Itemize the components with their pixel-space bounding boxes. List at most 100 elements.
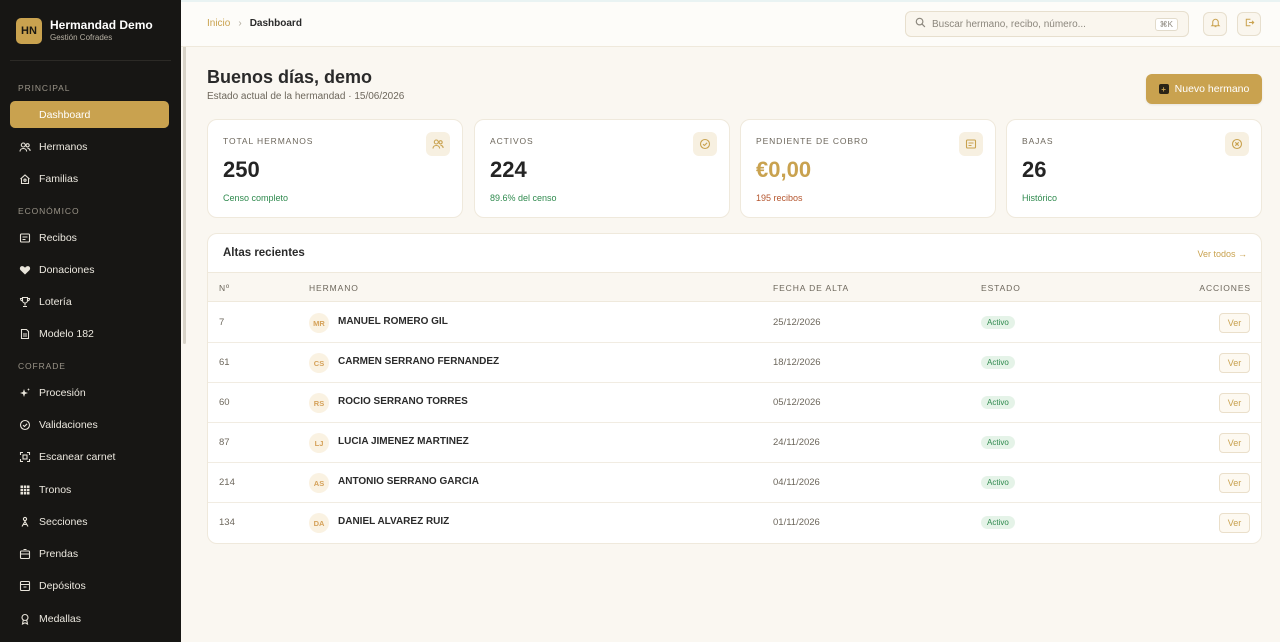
heart-icon: [18, 263, 32, 277]
join-date: 25/12/2026: [773, 317, 821, 328]
sparkle-icon: [18, 386, 32, 400]
sidebar-item-medallas[interactable]: Medallas: [10, 605, 169, 632]
sidebar-item-label: Secciones: [39, 515, 88, 528]
view-button[interactable]: Ver: [1219, 353, 1250, 373]
member-name: DANIEL ALVAREZ RUIZ: [338, 516, 450, 527]
view-button[interactable]: Ver: [1219, 513, 1250, 533]
member-name: LUCIA JIMENEZ MARTINEZ: [338, 436, 469, 447]
sidebar-scrollbar[interactable]: [183, 4, 186, 344]
brand-subtitle: Gestión Cofrades: [50, 33, 113, 42]
sidebar-item-label: Escanear carnet: [39, 450, 116, 463]
sidebar-item-label: Validaciones: [39, 418, 98, 431]
view-button[interactable]: Ver: [1219, 313, 1250, 333]
notifications-button[interactable]: [1203, 12, 1227, 36]
avatar: RS: [309, 393, 329, 413]
search-box[interactable]: ⌘K: [905, 11, 1189, 37]
stat-label: PENDIENTE DE COBRO: [756, 136, 869, 146]
sidebar-item-secciones[interactable]: Secciones: [10, 508, 169, 535]
top-header: Inicio › Dashboard ⌘K: [181, 0, 1280, 47]
x-circle-icon: [1225, 132, 1249, 156]
member-name: ROCIO SERRANO TORRES: [338, 396, 468, 407]
table-row: 134 DA DANIEL ALVAREZ RUIZ 01/11/2026 Ac…: [208, 503, 1261, 543]
member-name: MANUEL ROMERO GIL: [338, 316, 448, 327]
table-row: 61 CS CARMEN SERRANO FERNANDEZ 18/12/202…: [208, 343, 1261, 383]
status-badge: Activo: [981, 396, 1015, 409]
column-header-estado: ESTADO: [981, 283, 1021, 293]
stat-value: 250: [223, 157, 260, 182]
bell-icon: [1210, 15, 1221, 33]
scan-icon: [18, 450, 32, 464]
stat-note: Histórico: [1022, 193, 1058, 203]
section-label-economico: ECONÓMICO: [18, 206, 80, 216]
table-row: 214 AS ANTONIO SERRANO GARCIA 04/11/2026…: [208, 463, 1261, 503]
sidebar-item-recibos[interactable]: Recibos: [10, 224, 169, 251]
view-button[interactable]: Ver: [1219, 393, 1250, 413]
trophy-icon: [18, 295, 32, 309]
sidebar-item-hermanos[interactable]: Hermanos: [10, 133, 169, 160]
section-label-principal: PRINCIPAL: [18, 83, 71, 93]
brand-logo: HN: [16, 18, 42, 44]
logout-button[interactable]: [1237, 12, 1261, 36]
sidebar-item-modelo-182[interactable]: Modelo 182: [10, 320, 169, 347]
users-icon: [18, 140, 32, 154]
stat-note: 195 recibos: [756, 193, 803, 203]
sidebar-item-tronos[interactable]: Tronos: [10, 476, 169, 503]
stat-note: 89.6% del censo: [490, 193, 557, 203]
stat-label: ACTIVOS: [490, 136, 534, 146]
row-number: 214: [219, 477, 235, 488]
table-row: 7 MR MANUEL ROMERO GIL 25/12/2026 Activo…: [208, 303, 1261, 343]
sidebar-item-label: Donaciones: [39, 263, 95, 276]
page-subtitle: Estado actual de la hermandad · 15/06/20…: [207, 91, 405, 102]
sidebar-item-label: Medallas: [39, 612, 82, 625]
plus-icon: +: [1158, 84, 1169, 94]
join-date: 18/12/2026: [773, 357, 821, 368]
stat-label: BAJAS: [1022, 136, 1054, 146]
grid-icon: [18, 483, 32, 497]
sidebar-item-dashboard[interactable]: Dashboard: [10, 101, 169, 128]
sidebar-item-familias[interactable]: Familias: [10, 165, 169, 192]
column-header-hermano: HERMANO: [309, 283, 359, 293]
family-home-icon: [18, 172, 32, 186]
status-badge: Activo: [981, 316, 1015, 329]
sidebar-item-validaciones[interactable]: Validaciones: [10, 411, 169, 438]
breadcrumb-home-link[interactable]: Inicio: [207, 18, 230, 29]
table-row: 87 LJ LUCIA JIMENEZ MARTINEZ 24/11/2026 …: [208, 423, 1261, 463]
row-number: 87: [219, 437, 230, 448]
archive-icon: [18, 579, 32, 593]
join-date: 04/11/2026: [773, 477, 820, 488]
sidebar-item-prendas[interactable]: Prendas: [10, 540, 169, 567]
sidebar-item-label: Depósitos: [39, 579, 86, 592]
new-member-button[interactable]: + Nuevo hermano: [1146, 74, 1262, 104]
join-date: 01/11/2026: [773, 517, 820, 528]
avatar: LJ: [309, 433, 329, 453]
view-button[interactable]: Ver: [1219, 433, 1250, 453]
sidebar-item-label: Recibos: [39, 231, 77, 244]
row-number: 60: [219, 397, 230, 408]
status-badge: Activo: [981, 516, 1015, 529]
section-label-cofrade: COFRADE: [18, 361, 66, 371]
search-icon: [915, 15, 926, 33]
view-all-link[interactable]: Ver todos →: [1197, 249, 1247, 259]
member-name: CARMEN SERRANO FERNANDEZ: [338, 356, 500, 367]
sidebar-item-loteria[interactable]: Lotería: [10, 288, 169, 315]
sidebar-item-label: Procesión: [39, 386, 86, 399]
brand-name: Hermandad Demo: [50, 18, 153, 32]
stat-value: 224: [490, 157, 527, 182]
sidebar-item-procesion[interactable]: Procesión: [10, 379, 169, 406]
document-icon: [18, 327, 32, 341]
member-name: ANTONIO SERRANO GARCIA: [338, 476, 479, 487]
column-header-fecha: FECHA DE ALTA: [773, 283, 850, 293]
view-button[interactable]: Ver: [1219, 473, 1250, 493]
sidebar-item-label: Dashboard: [39, 108, 91, 121]
breadcrumb: Inicio › Dashboard: [207, 18, 302, 29]
sidebar-item-label: Tronos: [39, 483, 72, 496]
sidebar-item-escanear-carnet[interactable]: Escanear carnet: [10, 443, 169, 470]
row-number: 134: [219, 517, 235, 528]
status-badge: Activo: [981, 356, 1015, 369]
brand[interactable]: HN Hermandad Demo Gestión Cofrades: [16, 18, 153, 44]
search-input[interactable]: [932, 18, 1152, 30]
check-circle-icon: [18, 418, 32, 432]
sidebar-item-donaciones[interactable]: Donaciones: [10, 256, 169, 283]
sidebar-item-depositos[interactable]: Depósitos: [10, 572, 169, 599]
table-header: Nº HERMANO FECHA DE ALTA ESTADO ACCIONES: [208, 272, 1261, 302]
